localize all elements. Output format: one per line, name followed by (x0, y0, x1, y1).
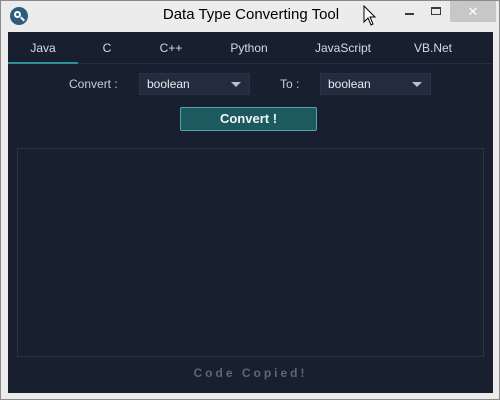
tab-label: C++ (159, 41, 183, 55)
tab-java[interactable]: Java (8, 32, 78, 64)
title-bar[interactable]: Data Type Converting Tool ✕ (1, 1, 499, 32)
chevron-down-icon (231, 82, 241, 87)
convert-label: Convert : (69, 77, 118, 91)
app-window: Data Type Converting Tool ✕ Java C C++ P… (0, 0, 500, 400)
tab-label: Java (30, 41, 56, 55)
tab-label: JavaScript (314, 41, 372, 55)
chevron-down-icon (412, 82, 422, 87)
close-icon: ✕ (467, 4, 479, 19)
tab-label: Python (230, 41, 268, 55)
minimize-button[interactable] (396, 1, 423, 22)
from-type-select[interactable]: boolean (139, 73, 250, 95)
to-type-select[interactable]: boolean (320, 73, 431, 95)
tab-label: VB.Net (413, 41, 452, 55)
close-button[interactable]: ✕ (450, 1, 496, 22)
tab-c[interactable]: C (78, 32, 136, 64)
output-code-area[interactable] (17, 148, 484, 357)
from-type-value: boolean (147, 77, 190, 91)
tab-label: C (102, 41, 112, 55)
to-label: To : (280, 77, 300, 91)
maximize-button[interactable] (423, 1, 450, 22)
tab-vbnet[interactable]: VB.Net (394, 32, 472, 64)
tab-python[interactable]: Python (206, 32, 292, 64)
status-text: Code Copied! (193, 366, 308, 380)
tab-javascript[interactable]: JavaScript (292, 32, 394, 64)
main-panel: Java C C++ Python JavaScript VB.Net Conv… (8, 32, 493, 393)
to-type-value: boolean (328, 77, 371, 91)
convert-button[interactable]: Convert ! (180, 107, 317, 131)
language-tabs: Java C C++ Python JavaScript VB.Net (8, 32, 493, 64)
tab-cpp[interactable]: C++ (136, 32, 206, 64)
mouse-pointer-icon (363, 5, 377, 26)
